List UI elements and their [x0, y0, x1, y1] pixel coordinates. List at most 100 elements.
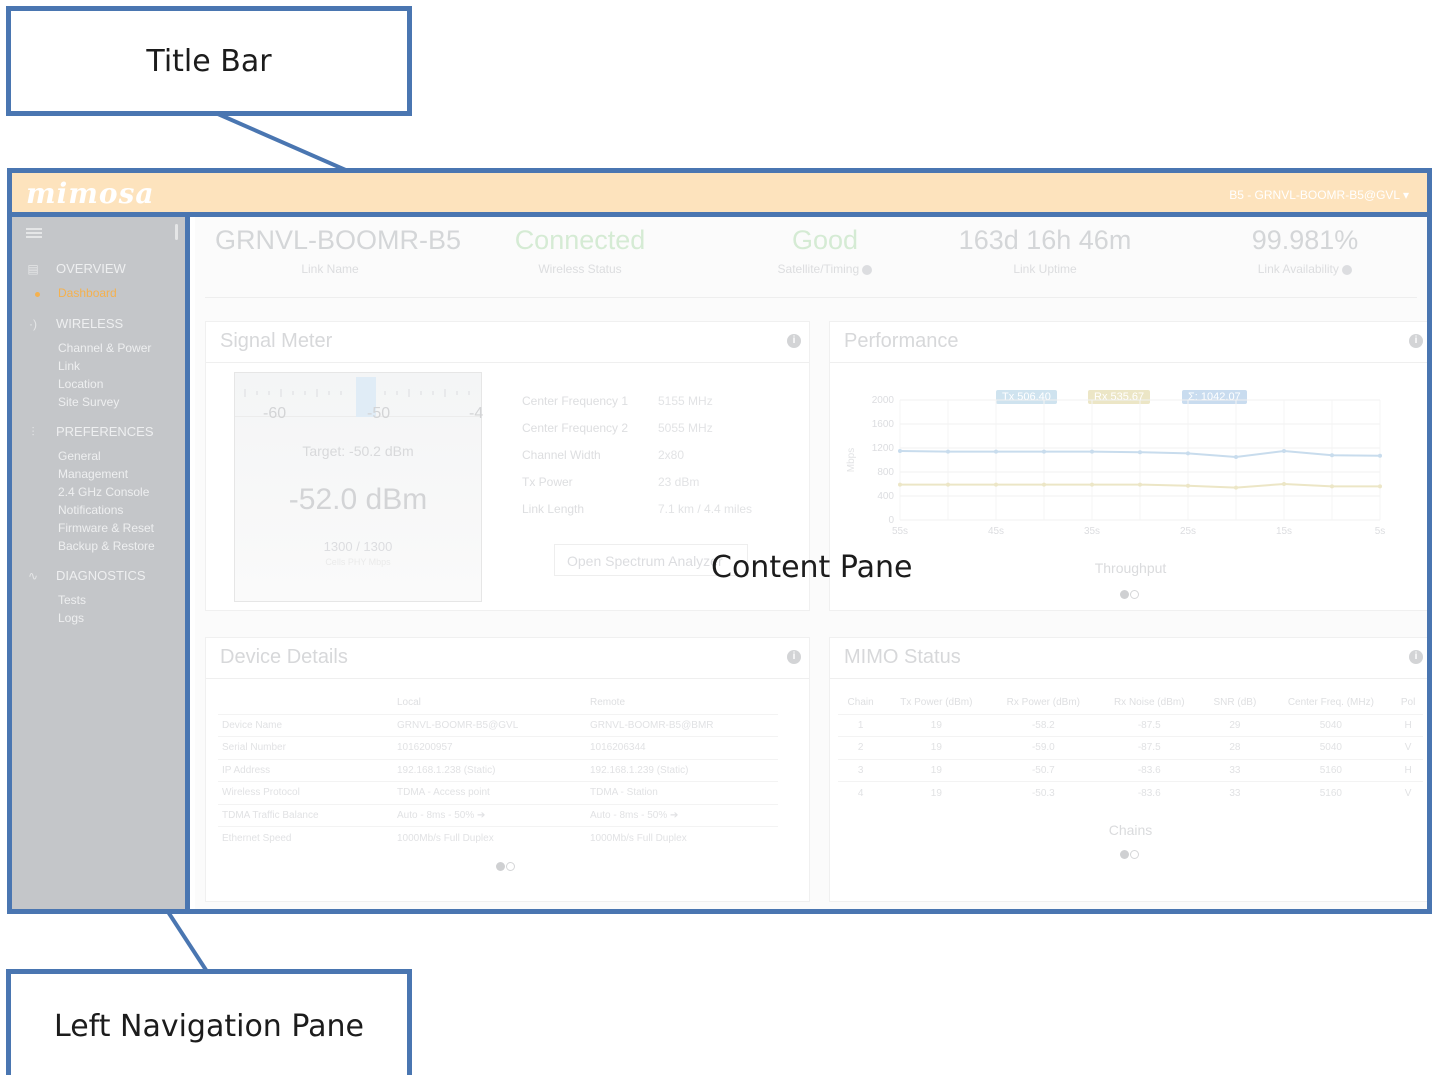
data-point — [898, 482, 902, 487]
info-icon[interactable]: i — [1409, 650, 1423, 664]
preferences-icon: ⫶ — [31, 424, 35, 439]
table-row: TDMA Traffic Balance Auto - 8ms - 50% ➔ Au… — [218, 803, 778, 827]
data-point — [1330, 453, 1334, 458]
meter-scale-label: -4 — [469, 405, 484, 422]
nav-item-tests[interactable]: Tests — [58, 593, 86, 607]
nav-section-diagnostics[interactable]: ∿ DIAGNOSTICS — [26, 568, 146, 583]
left-nav-callout-label: Left Navigation Pane — [54, 1009, 364, 1044]
field-label: Channel Width — [522, 448, 601, 462]
y-tick-label: 1200 — [872, 443, 895, 454]
data-point — [1042, 482, 1046, 487]
panel-title: MIMO Status — [844, 646, 961, 668]
y-tick-label: 0 — [888, 515, 894, 526]
nav-item-channel-power[interactable]: Channel & Power — [58, 341, 151, 355]
nav-item-notifications[interactable]: Notifications — [58, 503, 123, 517]
content-pane-callout-label: Content Pane — [711, 550, 913, 585]
data-point — [1138, 450, 1142, 455]
nav-item-site-survey[interactable]: Site Survey — [58, 395, 119, 409]
nav-item-backup-restore[interactable]: Backup & Restore — [58, 539, 155, 553]
nav-item-dashboard[interactable]: Dashboard — [58, 286, 117, 300]
performance-panel: Performance i Tx 506.40 Rx 535.67 Σ: 104… — [829, 321, 1427, 611]
title-bar: mimosa B5 - GRNVL-BOOMR-B5@GVL ▾ — [12, 173, 1427, 217]
table-header-row: Local Remote — [397, 697, 626, 709]
chart-caption: Throughput — [1094, 560, 1167, 576]
field-value: 2x80 — [658, 448, 685, 462]
left-navigation-pane: ▤ OVERVIEW Dashboard ·) WIRELESS Channel &… — [12, 217, 190, 909]
data-point — [1378, 484, 1382, 489]
mimo-status-panel: MIMO Status i Chain Tx Power (dBm) Rx Powe… — [829, 637, 1427, 902]
title-bar-callout: Title Bar — [6, 6, 412, 116]
hamburger-menu-icon[interactable] — [26, 228, 42, 239]
meter-target: Target: -50.2 dBm — [302, 443, 414, 459]
table-row: Ethernet Speed 1000Mb/s Full Duplex 1000Mb… — [218, 826, 778, 849]
nav-section-overview[interactable]: ▤ OVERVIEW — [26, 261, 126, 276]
table-header-row: Chain Tx Power (dBm) Rx Power (dBm) Rx Nois… — [847, 697, 1416, 709]
signal-meter-gauge: -60 -50 -4 Target: -50.2 dBm -52.0 dBm 1… — [234, 372, 484, 602]
info-icon[interactable]: i — [787, 650, 801, 664]
nav-section-preferences[interactable]: ⫶ PREFERENCES — [26, 424, 153, 439]
nav-item-logs[interactable]: Logs — [58, 611, 84, 625]
meter-rate-sublabel: Cells PHY Mbps — [325, 557, 391, 567]
y-tick-label: 2000 — [872, 395, 895, 406]
throughput-chart: 2000 1600 1200 800 400 055s 45s 35s 25s 15s 5s Mbps — [846, 395, 1385, 537]
panel-title: Signal Meter — [220, 330, 333, 352]
data-point — [1282, 449, 1286, 453]
x-tick-label: 25s — [1180, 526, 1196, 537]
device-details-table: Local Remote Device Name GRNVL-BOOMR-B5@G… — [218, 692, 778, 849]
nav-item-location[interactable]: Location — [58, 377, 103, 391]
x-tick-label: 15s — [1276, 526, 1292, 537]
carousel-pager[interactable] — [1120, 590, 1142, 600]
x-tick-label: 55s — [892, 526, 908, 537]
info-icon[interactable]: i — [787, 334, 801, 348]
table-row: 2 19 -59.0 -87.5 28 5040 V — [838, 736, 1423, 759]
data-point — [1186, 451, 1190, 456]
nav-section-wireless[interactable]: ·) WIRELESS — [26, 316, 123, 331]
stat-link-name: GRNVL-BOOMR-B5 Link Name — [215, 225, 462, 276]
app-window: mimosa B5 - GRNVL-BOOMR-B5@GVL ▾ ▤ OVERVI… — [7, 168, 1432, 914]
data-point — [946, 482, 950, 487]
field-value: 5155 MHz — [658, 394, 713, 408]
pin-icon[interactable] — [175, 224, 178, 240]
table-row: Serial Number 1016200957 1016206344 — [218, 736, 778, 759]
data-point — [1378, 453, 1382, 458]
stats-divider — [205, 297, 1417, 298]
data-point — [1042, 449, 1046, 454]
stat-wireless-status: Connected Wireless Status — [514, 225, 646, 276]
device-menu-dropdown[interactable]: B5 - GRNVL-BOOMR-B5@GVL ▾ — [1229, 188, 1409, 202]
carousel-pager[interactable] — [496, 862, 518, 872]
table-row: 4 19 -50.3 -83.6 33 5160 V — [838, 781, 1423, 804]
data-point — [1186, 483, 1190, 488]
table-row: 1 19 -58.2 -87.5 29 5040 H — [838, 713, 1423, 737]
chart-caption: Chains — [1108, 822, 1153, 838]
table-row: Device Name GRNVL-BOOMR-B5@GVL GRNVL-BOOMR… — [218, 713, 778, 737]
y-tick-label: 1600 — [872, 419, 895, 430]
nav-item-general[interactable]: General — [58, 449, 101, 463]
nav-item-firmware-reset[interactable]: Firmware & Reset — [58, 521, 154, 535]
nav-item-management[interactable]: Management — [58, 467, 128, 481]
table-row: Wireless Protocol TDMA - Access point TDMA… — [218, 781, 778, 804]
table-row: IP Address 192.168.1.238 (Static) 192.168.… — [218, 758, 778, 782]
stat-link-availability: 99.981% Link Availability — [1251, 225, 1359, 276]
data-point — [1138, 482, 1142, 487]
info-icon[interactable] — [1342, 264, 1353, 275]
nav-item-2-4ghz-console[interactable]: 2.4 GHz Console — [58, 485, 149, 499]
data-point — [1234, 455, 1238, 459]
stat-link-uptime: 163d 16h 46m Link Uptime — [958, 225, 1132, 276]
active-indicator-dot — [35, 292, 40, 297]
data-point — [1090, 449, 1094, 454]
info-icon[interactable] — [862, 264, 873, 275]
mimo-status-table: Chain Tx Power (dBm) Rx Power (dBm) Rx Nois… — [838, 692, 1423, 804]
left-nav-callout: Left Navigation Pane — [6, 969, 412, 1075]
carousel-pager[interactable] — [1120, 850, 1142, 860]
nav-item-link[interactable]: Link — [58, 359, 80, 373]
overview-icon: ▤ — [27, 261, 39, 276]
info-icon[interactable]: i — [1409, 334, 1423, 348]
y-axis-label: Mbps — [846, 448, 857, 472]
meter-rate: 1300 / 1300 — [323, 539, 393, 554]
stat-satellite-timing: Good Satellite/Timing — [715, 225, 935, 276]
panel-title: Device Details — [220, 646, 348, 668]
data-point — [1282, 482, 1286, 486]
field-label: Link Length — [522, 502, 585, 516]
x-tick-label: 35s — [1084, 526, 1100, 537]
y-tick-label: 800 — [877, 467, 894, 478]
